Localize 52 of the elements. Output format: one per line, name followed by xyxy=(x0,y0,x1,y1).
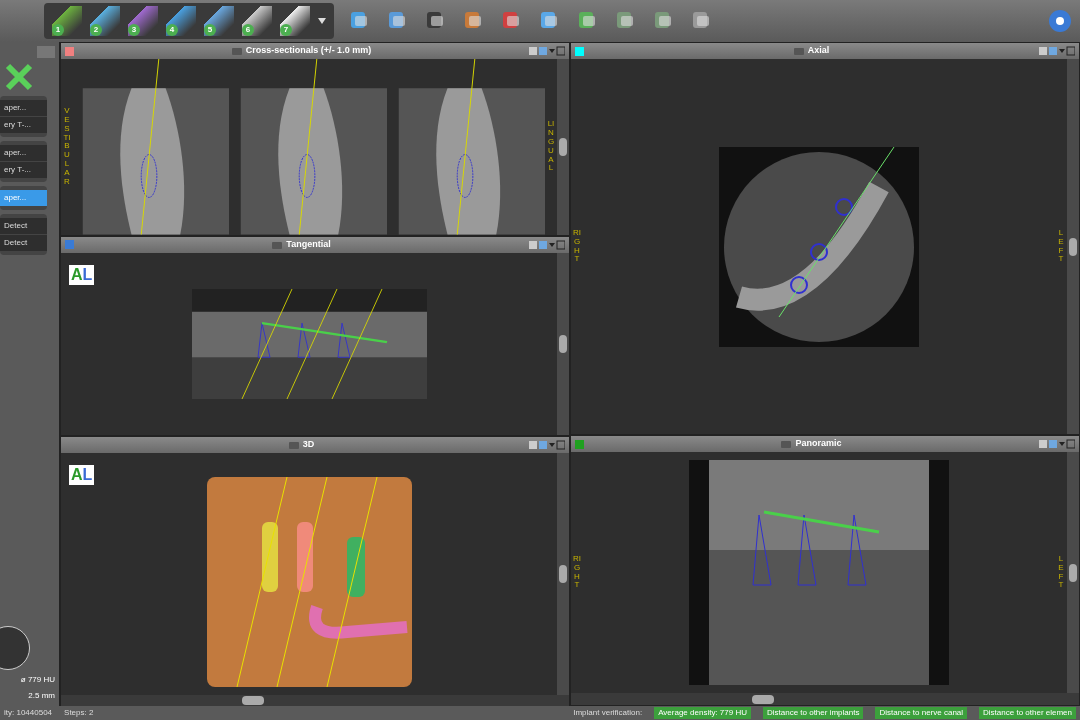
list-item[interactable]: aper... xyxy=(0,190,47,206)
scrollbar[interactable] xyxy=(557,452,569,695)
density-value: ø 779 HU xyxy=(19,674,56,686)
view-title: Cross-sectionals (+/- 1.0 mm) xyxy=(245,44,372,58)
view-title: Axial xyxy=(807,44,830,58)
scrollbar[interactable] xyxy=(1067,452,1079,693)
list-item[interactable]: ery T-... xyxy=(0,117,47,133)
scrollbar[interactable] xyxy=(557,59,569,235)
view-title: 3D xyxy=(302,437,315,451)
orientation-label: VESTIBULAR xyxy=(63,107,71,187)
workflow-step-button[interactable]: 4 xyxy=(166,6,196,36)
workflow-step-button[interactable]: 3 xyxy=(128,6,158,36)
help-icon[interactable] xyxy=(1048,9,1072,33)
verification-badge: Average density: 779 HU xyxy=(654,707,751,719)
status-text: ity: 10440504 xyxy=(4,707,53,719)
view-title: Tangential xyxy=(286,237,331,251)
horizontal-scrollbar[interactable] xyxy=(571,693,1079,705)
list-item[interactable]: Detect xyxy=(0,218,47,234)
orientation-label: LEFT xyxy=(1057,554,1065,591)
view-controls-icon[interactable] xyxy=(1039,46,1075,56)
workflow-step-button[interactable]: 6 xyxy=(242,6,272,36)
workflow-step-button[interactable]: 5 xyxy=(204,6,234,36)
list-item[interactable]: aper... xyxy=(0,145,47,161)
scrollbar[interactable] xyxy=(557,252,569,435)
workflow-step-button[interactable]: 7 xyxy=(280,6,310,36)
view-controls-icon[interactable] xyxy=(529,239,565,250)
list-item[interactable]: aper... xyxy=(0,100,47,116)
list-item[interactable]: Detect xyxy=(0,235,47,251)
diameter-value: 2.5 mm xyxy=(27,690,56,702)
orientation-label: RIGHT xyxy=(573,228,581,265)
orientation-label: LEFT xyxy=(1057,228,1065,265)
badge-letter: L xyxy=(82,464,93,485)
status-text: Implant verification: xyxy=(573,707,643,719)
orientation-label: RIGHT xyxy=(573,554,581,591)
badge-letter: A xyxy=(71,464,83,485)
scrollbar[interactable] xyxy=(1067,59,1079,434)
verification-badge: Distance to other implants xyxy=(762,707,864,719)
close-icon[interactable] xyxy=(4,62,34,92)
badge-letter: L xyxy=(82,264,93,285)
badge-letter: A xyxy=(71,264,83,285)
view-title: Panoramic xyxy=(795,437,842,451)
orientation-label: LINGUAL xyxy=(547,120,555,174)
view-controls-icon[interactable] xyxy=(529,46,565,56)
verification-badge: Distance to other elemen xyxy=(979,707,1076,719)
view-controls-icon[interactable] xyxy=(529,439,565,450)
workflow-step-button[interactable]: 2 xyxy=(90,6,120,36)
list-item[interactable]: ery T-... xyxy=(0,162,47,178)
view-controls-icon[interactable] xyxy=(1039,439,1075,449)
caret-icon[interactable] xyxy=(318,18,326,24)
verification-badge: Distance to nerve canal xyxy=(875,707,968,719)
status-text: Steps: 2 xyxy=(64,707,94,719)
workflow-step-button[interactable]: 1 xyxy=(52,6,82,36)
